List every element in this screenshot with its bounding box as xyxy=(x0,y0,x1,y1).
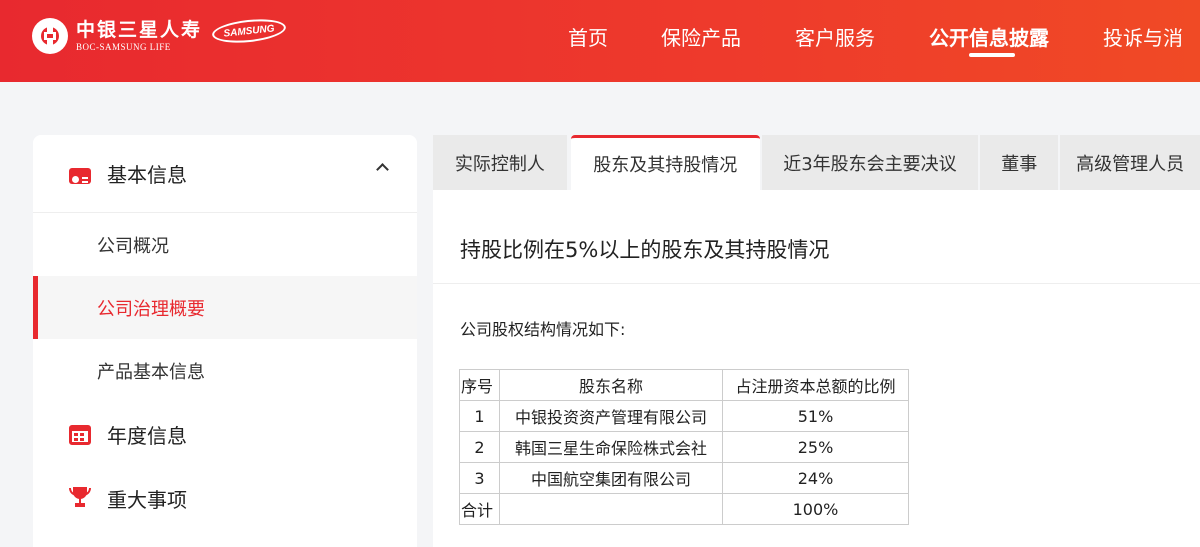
tab-actual-controller[interactable]: 实际控制人 xyxy=(433,135,567,190)
chevron-up-icon[interactable] xyxy=(376,163,389,176)
top-header: 中银三星人寿 BOC-SAMSUNG LIFE SAMSUNG 首页 保险产品 … xyxy=(0,0,1200,82)
table-total-row: 合计 100% xyxy=(459,493,909,525)
intro-text: 公司股权结构情况如下: xyxy=(460,320,626,339)
sidebar-item-product-info[interactable]: 产品基本信息 xyxy=(33,339,417,402)
table-cell: 51% xyxy=(722,400,909,432)
sidebar-group-major-events[interactable]: 重大事项 xyxy=(33,466,417,530)
sidebar-group-label: 重大事项 xyxy=(107,487,187,512)
table-cell: 中国航空集团有限公司 xyxy=(499,462,723,494)
table-row: 1 中银投资资产管理有限公司 51% xyxy=(459,400,909,432)
samsung-logo: SAMSUNG xyxy=(211,16,287,46)
tab-bar: 实际控制人 股东及其持股情况 近3年股东会主要决议 董事 高级管理人员 xyxy=(433,135,1200,190)
table-row: 2 韩国三星生命保险株式会社 25% xyxy=(459,431,909,463)
table-cell: 韩国三星生命保险株式会社 xyxy=(499,431,723,463)
tab-shareholder-resolutions[interactable]: 近3年股东会主要决议 xyxy=(761,135,979,190)
main-nav: 首页 保险产品 客户服务 公开信息披露 投诉与消 xyxy=(540,0,1200,82)
table-cell: 合计 xyxy=(459,493,500,525)
page-title: 持股比例在5%以上的股东及其持股情况 xyxy=(460,238,830,262)
nav-products[interactable]: 保险产品 xyxy=(661,0,741,82)
sidebar-item-company-overview[interactable]: 公司概况 xyxy=(33,213,417,276)
table-cell: 3 xyxy=(459,462,500,494)
trophy-icon xyxy=(69,486,91,510)
sidebar-group-label: 基本信息 xyxy=(107,163,187,187)
brand-name-cn: 中银三星人寿 xyxy=(76,19,203,41)
sidebar-item-governance[interactable]: 公司治理概要 xyxy=(33,276,417,339)
column-header: 股东名称 xyxy=(499,369,723,401)
calendar-icon xyxy=(69,425,91,445)
table-cell: 100% xyxy=(722,493,909,525)
nav-public-disclosure[interactable]: 公开信息披露 xyxy=(929,0,1049,82)
sidebar-group-label: 年度信息 xyxy=(107,423,187,448)
id-card-icon xyxy=(69,167,91,184)
nav-home[interactable]: 首页 xyxy=(568,0,608,82)
tab-senior-management[interactable]: 高级管理人员 xyxy=(1060,135,1200,190)
table-cell: 25% xyxy=(722,431,909,463)
nav-complaints[interactable]: 投诉与消 xyxy=(1103,0,1183,82)
table-cell: 24% xyxy=(722,462,909,494)
tab-directors[interactable]: 董事 xyxy=(980,135,1059,190)
boc-logo-icon xyxy=(32,18,68,54)
table-cell xyxy=(499,493,723,525)
nav-customer-service[interactable]: 客户服务 xyxy=(795,0,875,82)
table-cell: 2 xyxy=(459,431,500,463)
sidebar-group-annual-info[interactable]: 年度信息 xyxy=(33,402,417,466)
table-cell: 1 xyxy=(459,400,500,432)
brand-name: 中银三星人寿 BOC-SAMSUNG LIFE xyxy=(76,19,202,53)
table-cell: 中银投资资产管理有限公司 xyxy=(499,400,723,432)
tab-shareholders[interactable]: 股东及其持股情况 xyxy=(570,135,760,190)
column-header: 序号 xyxy=(459,369,500,401)
table-header-row: 序号 股东名称 占注册资本总额的比例 xyxy=(459,369,909,401)
shareholding-table: 序号 股东名称 占注册资本总额的比例 1 中银投资资产管理有限公司 51% 2 … xyxy=(459,369,909,525)
table-row: 3 中国航空集团有限公司 24% xyxy=(459,462,909,494)
sidebar: 基本信息 公司概况 公司治理概要 产品基本信息 年度信息 重大事项 xyxy=(33,135,417,547)
sidebar-group-basic-info[interactable]: 基本信息 xyxy=(33,135,417,213)
divider xyxy=(433,283,1200,284)
brand-name-en: BOC-SAMSUNG LIFE xyxy=(76,42,171,52)
brand-logo[interactable]: 中银三星人寿 BOC-SAMSUNG LIFE SAMSUNG xyxy=(32,16,287,56)
column-header: 占注册资本总额的比例 xyxy=(722,369,909,401)
